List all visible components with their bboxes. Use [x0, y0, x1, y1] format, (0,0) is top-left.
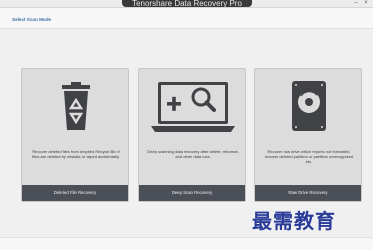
raw-drive-icon [255, 76, 363, 142]
deep-scan-recovery-card[interactable]: Deep scanning data recovery after delete… [138, 68, 246, 202]
minimize-icon[interactable]: – [351, 0, 361, 6]
deep-scan-recovery-button[interactable]: Deep Scan Recovery [139, 185, 245, 201]
raw-drive-recovery-description: Recover raw drive which reports not form… [264, 149, 354, 165]
window-title: Tenorshare Data Recovery Pro [122, 0, 252, 7]
footer-bar [0, 237, 373, 250]
header: Select Scan Mode [0, 8, 373, 29]
deleted-file-recovery-description: Recover deleted files from emptied Recyc… [32, 149, 120, 160]
deleted-file-recovery-button[interactable]: Deleted File Recovery [22, 185, 128, 201]
scan-mode-label: Select Scan Mode [12, 17, 52, 22]
deep-scan-monitor-icon [139, 76, 247, 142]
title-bar: Tenorshare Data Recovery Pro – × [0, 0, 373, 8]
raw-drive-recovery-card[interactable]: Recover raw drive which reports not form… [254, 68, 362, 202]
raw-drive-recovery-button[interactable]: Raw Drive Recovery [255, 185, 361, 201]
deleted-file-recovery-card[interactable]: Recover deleted files from emptied Recyc… [21, 68, 129, 202]
recycle-bin-icon [22, 76, 130, 142]
watermark-text: 最需教育 [252, 209, 336, 233]
close-icon[interactable]: × [361, 0, 371, 6]
deep-scan-recovery-description: Deep scanning data recovery after delete… [147, 149, 239, 160]
